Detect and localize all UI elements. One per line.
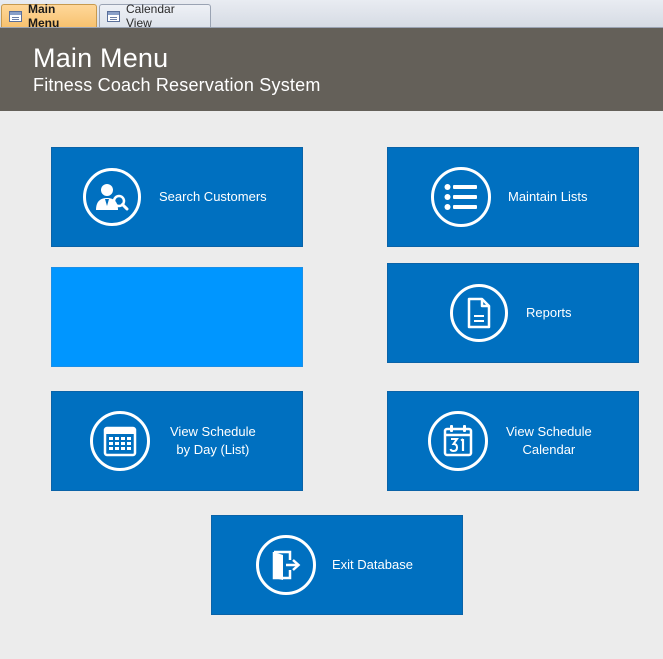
- blank-menu-button[interactable]: [51, 267, 303, 367]
- maintain-lists-button[interactable]: Maintain Lists: [387, 147, 639, 247]
- tile-label: Maintain Lists: [508, 189, 588, 204]
- tile-label: View Schedule Calendar: [506, 424, 592, 457]
- reports-button[interactable]: Reports: [387, 263, 639, 363]
- tab-main-menu[interactable]: Main Menu: [1, 2, 97, 30]
- tile-label: Exit Database: [332, 557, 413, 572]
- view-schedule-calendar-button[interactable]: View Schedule Calendar: [387, 391, 639, 491]
- tab-calendar-view[interactable]: Calendar View: [99, 2, 211, 30]
- form-icon: [107, 10, 120, 22]
- view-schedule-by-day-button[interactable]: View Schedule by Day (List): [51, 391, 303, 491]
- page-subtitle: Fitness Coach Reservation System: [33, 75, 321, 95]
- tile-label: View Schedule by Day (List): [170, 424, 256, 457]
- calendar-grid-icon: [90, 411, 150, 471]
- tile-label: Search Customers: [159, 189, 267, 204]
- page-title: Main Menu: [33, 43, 169, 73]
- search-customers-button[interactable]: Search Customers: [51, 147, 303, 247]
- form-header: Main Menu Fitness Coach Reservation Syst…: [0, 28, 663, 111]
- list-icon: [431, 167, 491, 227]
- calendar-31-icon: [428, 411, 488, 471]
- document-tab-strip: Main Menu Calendar View: [0, 0, 663, 30]
- tab-label: Calendar View: [126, 2, 175, 30]
- exit-database-button[interactable]: Exit Database: [211, 515, 463, 615]
- tab-label: Main Menu: [28, 2, 60, 30]
- exit-door-icon: [256, 535, 316, 595]
- form-icon: [9, 10, 22, 22]
- document-icon: [450, 284, 508, 342]
- tile-label: Reports: [526, 305, 572, 320]
- search-customer-icon: [83, 168, 141, 226]
